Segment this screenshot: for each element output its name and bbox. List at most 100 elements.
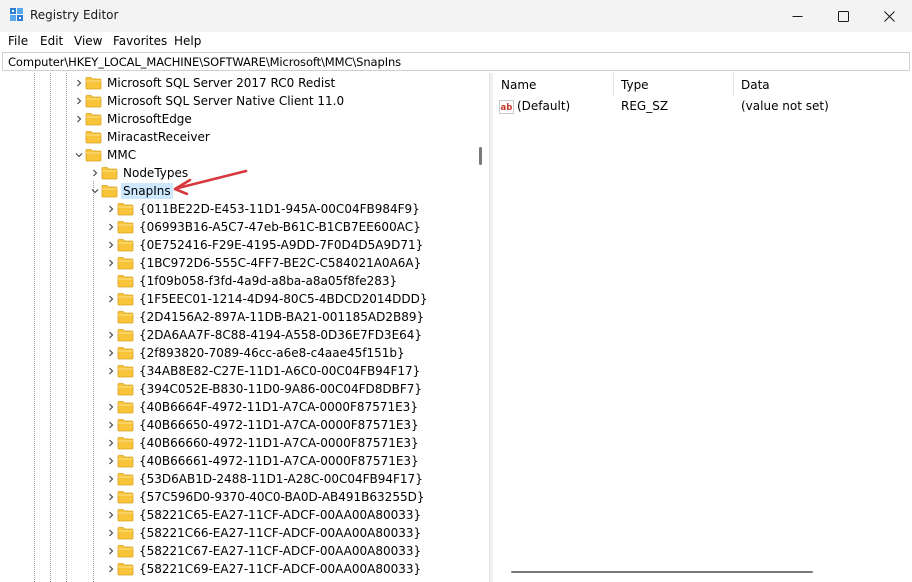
tree-node[interactable]: {53D6AB1D-2488-11D1-A28C-00C04FB94F17} [0, 470, 473, 488]
tree-node[interactable]: {0E752416-F29E-4195-A9DD-7F0D4D5A9D71} [0, 236, 473, 254]
tree-node-label[interactable]: {40B66660-4972-11D1-A7CA-0000F87571E3} [137, 435, 421, 451]
tree-node-label[interactable]: {394C052E-B830-11D0-9A86-00C04FD8DBF7} [137, 381, 424, 397]
tree-node[interactable]: {34AB8E82-C27E-11D1-A6C0-00C04FB94F17} [0, 362, 473, 380]
menu-help[interactable]: Help [174, 34, 201, 48]
minimize-button[interactable] [774, 0, 820, 32]
close-button[interactable] [866, 0, 912, 32]
tree-node[interactable]: Microsoft SQL Server 2017 RC0 Redist [0, 74, 473, 92]
tree-node-label[interactable]: {0E752416-F29E-4195-A9DD-7F0D4D5A9D71} [137, 237, 425, 253]
tree-node[interactable]: {58221C65-EA27-11CF-ADCF-00AA00A80033} [0, 506, 473, 524]
tree-node[interactable]: {40B66661-4972-11D1-A7CA-0000F87571E3} [0, 452, 473, 470]
chevron-right-icon[interactable] [74, 114, 84, 124]
chevron-right-icon[interactable] [106, 294, 116, 304]
folder-icon [117, 382, 134, 396]
menu-file[interactable]: File [8, 34, 28, 48]
tree-node-label[interactable]: {40B66661-4972-11D1-A7CA-0000F87571E3} [137, 453, 421, 469]
chevron-right-icon[interactable] [106, 402, 116, 412]
tree-node[interactable]: {1BC972D6-555C-4FF7-BE2C-C584021A0A6A} [0, 254, 473, 272]
tree-node-label[interactable]: {40B66650-4972-11D1-A7CA-0000F87571E3} [137, 417, 421, 433]
menu-edit[interactable]: Edit [40, 34, 63, 48]
tree-node-label[interactable]: {1F5EEC01-1214-4D94-80C5-4BDCD2014DDD} [137, 291, 430, 307]
tree-node-label[interactable]: {1BC972D6-555C-4FF7-BE2C-C584021A0A6A} [137, 255, 423, 271]
tree-node-label[interactable]: {53D6AB1D-2488-11D1-A28C-00C04FB94F17} [137, 471, 425, 487]
tree-node-label[interactable]: {58221C66-EA27-11CF-ADCF-00AA00A80033} [137, 525, 423, 541]
chevron-right-icon[interactable] [106, 474, 116, 484]
chevron-right-icon[interactable] [106, 528, 116, 538]
tree-node[interactable]: {1F5EEC01-1214-4D94-80C5-4BDCD2014DDD} [0, 290, 473, 308]
values-scrollbar-thumb[interactable] [511, 571, 813, 573]
chevron-right-icon[interactable] [106, 258, 116, 268]
tree-node[interactable]: {394C052E-B830-11D0-9A86-00C04FD8DBF7} [0, 380, 473, 398]
address-path[interactable]: Computer\HKEY_LOCAL_MACHINE\SOFTWARE\Mic… [8, 55, 401, 69]
tree-node[interactable]: MiracastReceiver [0, 128, 473, 146]
tree-node-label[interactable]: MicrosoftEdge [105, 111, 194, 127]
chevron-right-icon[interactable] [106, 240, 116, 250]
folder-open-icon [85, 148, 102, 162]
chevron-right-icon[interactable] [90, 168, 100, 178]
tree-node-label[interactable]: MMC [105, 147, 138, 163]
tree-node[interactable]: {58221C69-EA27-11CF-ADCF-00AA00A80033} [0, 560, 473, 578]
tree-node[interactable]: {2f893820-7089-46cc-a6e8-c4aae45f151b} [0, 344, 473, 362]
tree-node-label[interactable]: Microsoft SQL Server Native Client 11.0 [105, 93, 346, 109]
chevron-right-icon[interactable] [106, 564, 116, 574]
chevron-right-icon[interactable] [106, 330, 116, 340]
chevron-right-icon[interactable] [106, 222, 116, 232]
values-list-pane[interactable]: Name Type Data ab (Default) REG_SZ (valu… [493, 73, 912, 582]
maximize-button[interactable] [820, 0, 866, 32]
tree-node-label[interactable]: {2D4156A2-897A-11DB-BA21-001185AD2B89} [137, 309, 426, 325]
values-horizontal-scrollbar[interactable] [493, 564, 912, 582]
tree-node-label-selected[interactable]: SnapIns [121, 183, 173, 199]
tree-node[interactable]: {58221C67-EA27-11CF-ADCF-00AA00A80033} [0, 542, 473, 560]
chevron-right-icon[interactable] [106, 546, 116, 556]
column-header-data[interactable]: Data [733, 73, 912, 97]
value-row[interactable]: ab (Default) REG_SZ (value not set) [493, 98, 912, 116]
tree-node-label[interactable]: {2DA6AA7F-8C88-4194-A558-0D36E7FD3E64} [137, 327, 424, 343]
tree-node[interactable]: {58221C66-EA27-11CF-ADCF-00AA00A80033} [0, 524, 473, 542]
tree-node-label[interactable]: {34AB8E82-C27E-11D1-A6C0-00C04FB94F17} [137, 363, 422, 379]
tree-node-label[interactable]: {011BE22D-E453-11D1-945A-00C04FB984F9} [137, 201, 422, 217]
chevron-right-icon[interactable] [106, 492, 116, 502]
tree-node-label[interactable]: {40B6664F-4972-11D1-A7CA-0000F87571E3} [137, 399, 420, 415]
tree-scrollbar-thumb[interactable] [479, 147, 482, 165]
tree-node-label[interactable]: {1f09b058-f3fd-4a9d-a8ba-a8a05f8fe283} [137, 273, 399, 289]
column-header-type[interactable]: Type [613, 73, 733, 97]
tree-node[interactable]: {40B66650-4972-11D1-A7CA-0000F87571E3} [0, 416, 473, 434]
tree-node-label[interactable]: MiracastReceiver [105, 129, 212, 145]
tree-node[interactable]: {57C596D0-9370-40C0-BA0D-AB491B63255D} [0, 488, 473, 506]
tree-node-label[interactable]: {2f893820-7089-46cc-a6e8-c4aae45f151b} [137, 345, 407, 361]
column-header-name[interactable]: Name [493, 73, 613, 97]
tree-node[interactable]: {1f09b058-f3fd-4a9d-a8ba-a8a05f8fe283} [0, 272, 473, 290]
tree-node[interactable]: {011BE22D-E453-11D1-945A-00C04FB984F9} [0, 200, 473, 218]
chevron-right-icon[interactable] [74, 78, 84, 88]
tree-node-label[interactable]: Microsoft SQL Server 2017 RC0 Redist [105, 75, 337, 91]
tree-node-label[interactable]: {58221C67-EA27-11CF-ADCF-00AA00A80033} [137, 543, 423, 559]
chevron-right-icon[interactable] [106, 204, 116, 214]
key-tree-pane[interactable]: Microsoft SQL Server 2017 RC0 Redist Micr… [0, 73, 489, 582]
tree-node-label[interactable]: {58221C69-EA27-11CF-ADCF-00AA00A80033} [137, 561, 423, 577]
tree-node-label[interactable]: {57C596D0-9370-40C0-BA0D-AB491B63255D} [137, 489, 426, 505]
tree-node-label[interactable]: {06993B16-A5C7-47eb-B61C-B1CB7EE600AC} [137, 219, 423, 235]
tree-vertical-scrollbar[interactable] [473, 73, 489, 582]
menu-view[interactable]: View [74, 34, 102, 48]
folder-icon [117, 274, 134, 288]
tree-node-label[interactable]: {58221C65-EA27-11CF-ADCF-00AA00A80033} [137, 507, 423, 523]
chevron-down-icon[interactable] [74, 150, 84, 160]
tree-node[interactable]: {40B6664F-4972-11D1-A7CA-0000F87571E3} [0, 398, 473, 416]
tree-node[interactable]: {06993B16-A5C7-47eb-B61C-B1CB7EE600AC} [0, 218, 473, 236]
chevron-right-icon[interactable] [106, 438, 116, 448]
tree-node[interactable]: Microsoft SQL Server Native Client 11.0 [0, 92, 473, 110]
tree-node[interactable]: {40B66660-4972-11D1-A7CA-0000F87571E3} [0, 434, 473, 452]
chevron-down-icon[interactable] [90, 186, 100, 196]
tree-node[interactable]: MicrosoftEdge [0, 110, 473, 128]
tree-node[interactable]: {2DA6AA7F-8C88-4194-A558-0D36E7FD3E64} [0, 326, 473, 344]
address-bar[interactable]: Computer\HKEY_LOCAL_MACHINE\SOFTWARE\Mic… [2, 52, 910, 71]
menu-favorites[interactable]: Favorites [113, 34, 167, 48]
chevron-right-icon[interactable] [74, 96, 84, 106]
chevron-right-icon[interactable] [106, 348, 116, 358]
chevron-right-icon[interactable] [106, 420, 116, 430]
tree-node[interactable]: {2D4156A2-897A-11DB-BA21-001185AD2B89} [0, 308, 473, 326]
chevron-right-icon[interactable] [106, 510, 116, 520]
tree-node[interactable]: MMC [0, 146, 473, 164]
chevron-right-icon[interactable] [106, 366, 116, 376]
chevron-right-icon[interactable] [106, 456, 116, 466]
